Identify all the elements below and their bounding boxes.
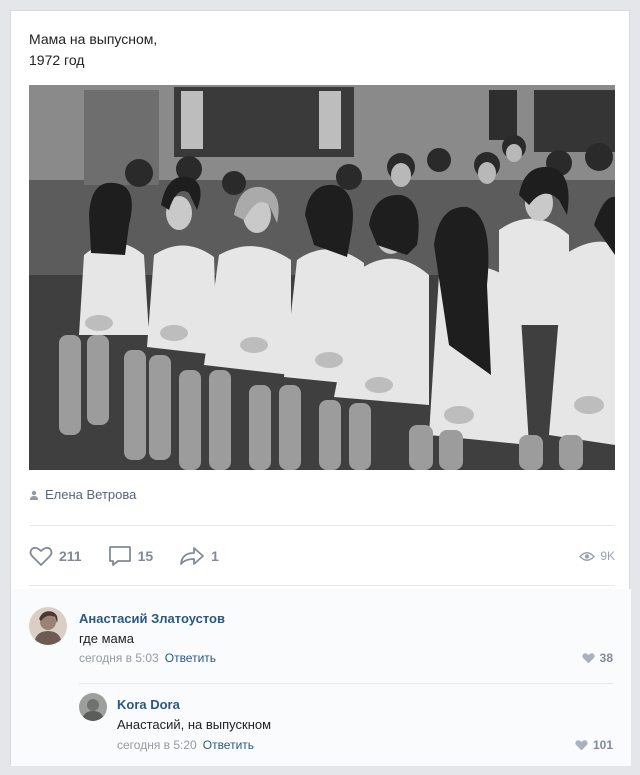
post-author-name: Елена Ветрова	[45, 487, 137, 502]
comment-meta: сегодня в 5:20 Ответить	[117, 738, 254, 752]
divider	[79, 683, 613, 684]
comment-author[interactable]: Kora Dora	[117, 697, 180, 712]
comment-meta: сегодня в 5:03 Ответить	[79, 651, 216, 665]
comment-like-button[interactable]: 38	[582, 651, 613, 665]
post-actions: 211 15 1 9K	[29, 541, 615, 571]
post-card: Мама на выпусном, 1972 год Елена Ветрова…	[10, 10, 631, 766]
share-count: 1	[211, 548, 219, 564]
reply-button[interactable]: Ответить	[203, 738, 254, 752]
avatar-image	[29, 607, 67, 645]
share-arrow-icon	[180, 547, 205, 565]
comment-like-button[interactable]: 101	[575, 738, 613, 752]
like-button[interactable]: 211	[29, 545, 82, 567]
avatar[interactable]	[29, 607, 67, 645]
views-counter: 9K	[579, 541, 615, 571]
divider	[29, 585, 615, 586]
graduation-photo	[29, 85, 615, 470]
avatar-image	[79, 693, 107, 721]
avatar[interactable]	[79, 693, 107, 721]
comment-time[interactable]: сегодня в 5:03	[79, 651, 159, 665]
eye-icon	[579, 551, 596, 561]
share-button[interactable]: 1	[179, 546, 219, 566]
post-photo[interactable]	[29, 85, 615, 470]
comment-time[interactable]: сегодня в 5:20	[117, 738, 197, 752]
reply-button[interactable]: Ответить	[165, 651, 216, 665]
heart-icon	[582, 653, 595, 664]
person-icon	[30, 490, 38, 500]
heart-icon	[575, 740, 588, 751]
comment-like-count: 101	[592, 738, 613, 752]
comments-section: Анастасий Златоустов где мама сегодня в …	[11, 589, 631, 766]
divider	[29, 525, 615, 526]
speech-bubble-icon	[108, 546, 131, 566]
comment-author[interactable]: Анастасий Златоустов	[79, 611, 225, 626]
like-count: 211	[59, 548, 82, 564]
comment-count: 15	[137, 548, 154, 564]
post-text: Мама на выпусном, 1972 год	[29, 31, 158, 68]
comment-text: Анастасий, на выпускном	[117, 717, 272, 732]
comment-like-count: 38	[599, 651, 613, 665]
comment-button[interactable]: 15	[108, 545, 154, 567]
post-author[interactable]: Елена Ветрова	[29, 487, 136, 502]
views-count: 9K	[600, 549, 615, 563]
comment-text: где мама	[79, 631, 134, 646]
heart-icon	[29, 546, 53, 566]
